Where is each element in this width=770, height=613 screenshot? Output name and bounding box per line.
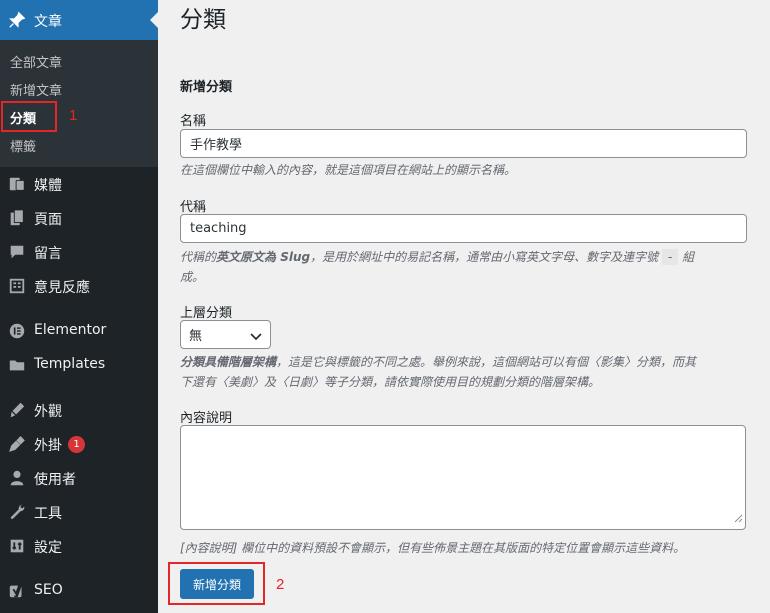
admin-sidebar: 文章 全部文章 新增文章 分類 標籤 媒體 頁面 留言 意見反應 Element… — [0, 0, 158, 613]
description-textarea[interactable] — [180, 425, 746, 530]
menu-settings-label: 設定 — [34, 540, 62, 556]
menu-media[interactable]: 媒體 — [0, 167, 158, 201]
name-description: 在這個欄位中輸入的內容，就是這個項目在網站上的顯示名稱。 — [180, 163, 517, 177]
menu-posts[interactable]: 文章 — [0, 0, 158, 40]
description-label: 內容說明 — [180, 411, 233, 426]
menu-plugins[interactable]: 外掛 1 — [0, 427, 158, 461]
plugins-icon — [7, 434, 27, 454]
page-title: 分類 — [180, 7, 226, 33]
comments-icon — [7, 242, 27, 262]
appearance-icon — [7, 400, 27, 420]
slug-desc-code: - — [661, 249, 679, 265]
menu-posts-label: 文章 — [34, 14, 62, 30]
menu-tools-label: 工具 — [34, 506, 62, 522]
description-help: [內容說明] 欄位中的資料預設不會顯示，但有些佈景主題在其版面的特定位置會顯示這… — [180, 541, 686, 555]
parent-desc-part-c: 下還有〈美劇〉及〈日劇〉等子分類，請依實際使用目的規劃分類的階層架構。 — [180, 375, 601, 389]
menu-pages-label: 頁面 — [34, 212, 62, 228]
submenu-all-posts[interactable]: 全部文章 — [10, 52, 62, 71]
slug-desc-part-b: 英文原文為 Slug — [216, 250, 311, 264]
menu-feedback[interactable]: 意見反應 — [0, 269, 158, 303]
menu-users-label: 使用者 — [34, 472, 76, 488]
chevron-down-icon — [250, 330, 262, 345]
folder-icon — [7, 355, 27, 375]
feedback-icon — [7, 276, 27, 296]
menu-appearance-label: 外觀 — [34, 404, 62, 420]
menu-templates-label: Templates — [34, 356, 106, 372]
parent-select-value: 無 — [189, 329, 203, 344]
menu-appearance[interactable]: 外觀 — [0, 393, 158, 427]
parent-category-select[interactable]: 無 — [180, 320, 271, 349]
name-input[interactable]: 手作教學 — [180, 129, 747, 158]
slug-desc-part-c: ，是用於網址中的易記名稱，通常由小寫英文字母、數字及連字號 — [310, 250, 659, 264]
menu-feedback-label: 意見反應 — [34, 280, 90, 296]
name-label: 名稱 — [180, 114, 207, 129]
plugins-update-badge: 1 — [68, 436, 85, 453]
menu-elementor-label: Elementor — [34, 322, 107, 338]
annotation-box-2 — [168, 562, 265, 605]
menu-seo[interactable]: SEO — [0, 574, 158, 608]
submenu-add-new[interactable]: 新增文章 — [10, 80, 62, 99]
menu-plugins-label: 外掛 — [34, 438, 62, 454]
pages-icon — [7, 208, 27, 228]
menu-users[interactable]: 使用者 — [0, 461, 158, 495]
users-icon — [7, 468, 27, 488]
menu-pages[interactable]: 頁面 — [0, 201, 158, 235]
current-menu-arrow — [150, 12, 158, 28]
media-icon — [7, 174, 27, 194]
parent-description: 分類具備階層架構，這是它與標籤的不同之處。舉例來說，這個網站可以有個〈影集〉分類… — [180, 352, 750, 392]
menu-tools[interactable]: 工具 — [0, 495, 158, 529]
parent-label: 上層分類 — [180, 306, 233, 321]
submenu-tags[interactable]: 標籤 — [10, 136, 36, 155]
menu-comments-label: 留言 — [34, 246, 62, 262]
annotation-number-2: 2 — [276, 576, 285, 593]
slug-desc-part-e: 成。 — [180, 270, 205, 284]
add-category-heading: 新增分類 — [180, 80, 233, 95]
parent-desc-part-a: 分類具備階層架構 — [180, 355, 277, 369]
yoast-icon — [7, 581, 27, 601]
menu-media-label: 媒體 — [34, 178, 62, 194]
menu-comments[interactable]: 留言 — [0, 235, 158, 269]
menu-seo-label: SEO — [34, 582, 63, 598]
slug-desc-part-d: 組 — [682, 250, 695, 264]
menu-templates[interactable]: Templates — [0, 348, 158, 382]
resize-grip-icon[interactable] — [734, 508, 743, 527]
menu-elementor[interactable]: Elementor — [0, 314, 158, 348]
tools-icon — [7, 502, 27, 522]
elementor-icon — [7, 321, 27, 341]
parent-desc-part-b: ，這是它與標籤的不同之處。舉例來說，這個網站可以有個〈影集〉分類，而其 — [276, 355, 697, 369]
menu-settings[interactable]: 設定 — [0, 529, 158, 563]
slug-input[interactable]: teaching — [180, 214, 747, 243]
pin-icon — [7, 10, 27, 30]
settings-icon — [7, 536, 27, 556]
annotation-box-1 — [1, 101, 57, 132]
slug-desc-part-a: 代稱的 — [180, 250, 217, 264]
slug-label: 代稱 — [180, 200, 207, 215]
slug-description: 代稱的英文原文為 Slug，是用於網址中的易記名稱，通常由小寫英文字母、數字及連… — [180, 247, 750, 287]
annotation-number-1: 1 — [69, 107, 78, 124]
